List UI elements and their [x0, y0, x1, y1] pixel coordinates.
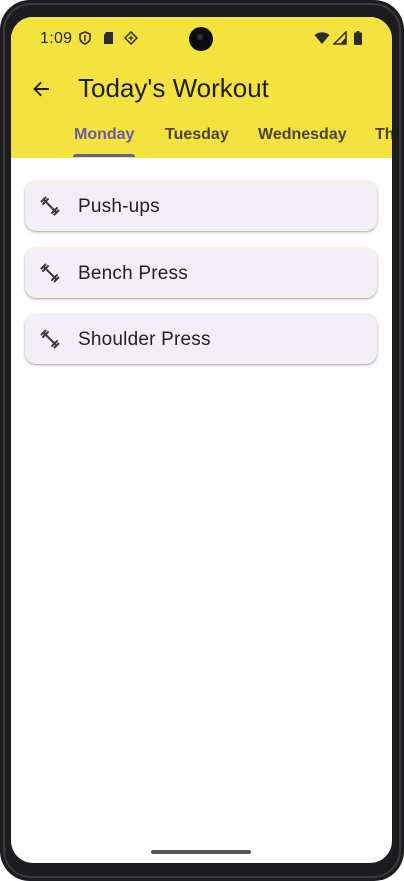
tab-tuesday[interactable]: Tuesday — [165, 117, 229, 158]
sd-card-icon — [104, 32, 113, 44]
exercise-name: Shoulder Press — [78, 329, 211, 350]
toolbar: Today's Workout — [11, 61, 392, 117]
fitness-dumbbell-icon — [40, 329, 60, 349]
battery-icon — [354, 31, 362, 45]
page-title: Today's Workout — [78, 73, 269, 103]
shield-icon — [79, 31, 91, 45]
exercise-name: Bench Press — [78, 262, 188, 284]
diamond-icon — [124, 31, 138, 45]
status-time: 1:09 — [40, 30, 73, 47]
exercise-name: Push-ups — [78, 196, 160, 217]
exercise-list: Push-ups Bench Press Shoulder Press — [25, 181, 377, 381]
list-item[interactable]: Bench Press — [25, 247, 377, 298]
arrow-back-icon — [33, 81, 49, 97]
phone-frame: 1:09 Today's Workout Monday Tuesday Wedn… — [0, 0, 404, 881]
list-item[interactable]: Shoulder Press — [25, 314, 377, 364]
front-camera — [189, 27, 213, 51]
back-button[interactable] — [21, 69, 61, 109]
wifi-icon — [314, 32, 330, 44]
fitness-dumbbell-icon — [40, 263, 60, 282]
cell-signal-icon — [333, 31, 347, 45]
fitness-dumbbell-icon — [40, 196, 60, 216]
day-tabs: Monday Tuesday Wednesday Thursday — [11, 117, 392, 158]
status-bar: 1:09 — [11, 17, 392, 61]
tab-indicator — [73, 154, 135, 157]
tab-thursday[interactable]: Thursday — [375, 117, 392, 158]
screen: 1:09 Today's Workout Monday Tuesday Wedn… — [11, 17, 392, 863]
home-indicator[interactable] — [151, 850, 251, 854]
tab-monday[interactable]: Monday — [74, 117, 134, 158]
app-bar: 1:09 Today's Workout Monday Tuesday Wedn… — [11, 17, 392, 158]
list-item[interactable]: Push-ups — [25, 181, 377, 231]
tab-wednesday[interactable]: Wednesday — [258, 117, 347, 158]
